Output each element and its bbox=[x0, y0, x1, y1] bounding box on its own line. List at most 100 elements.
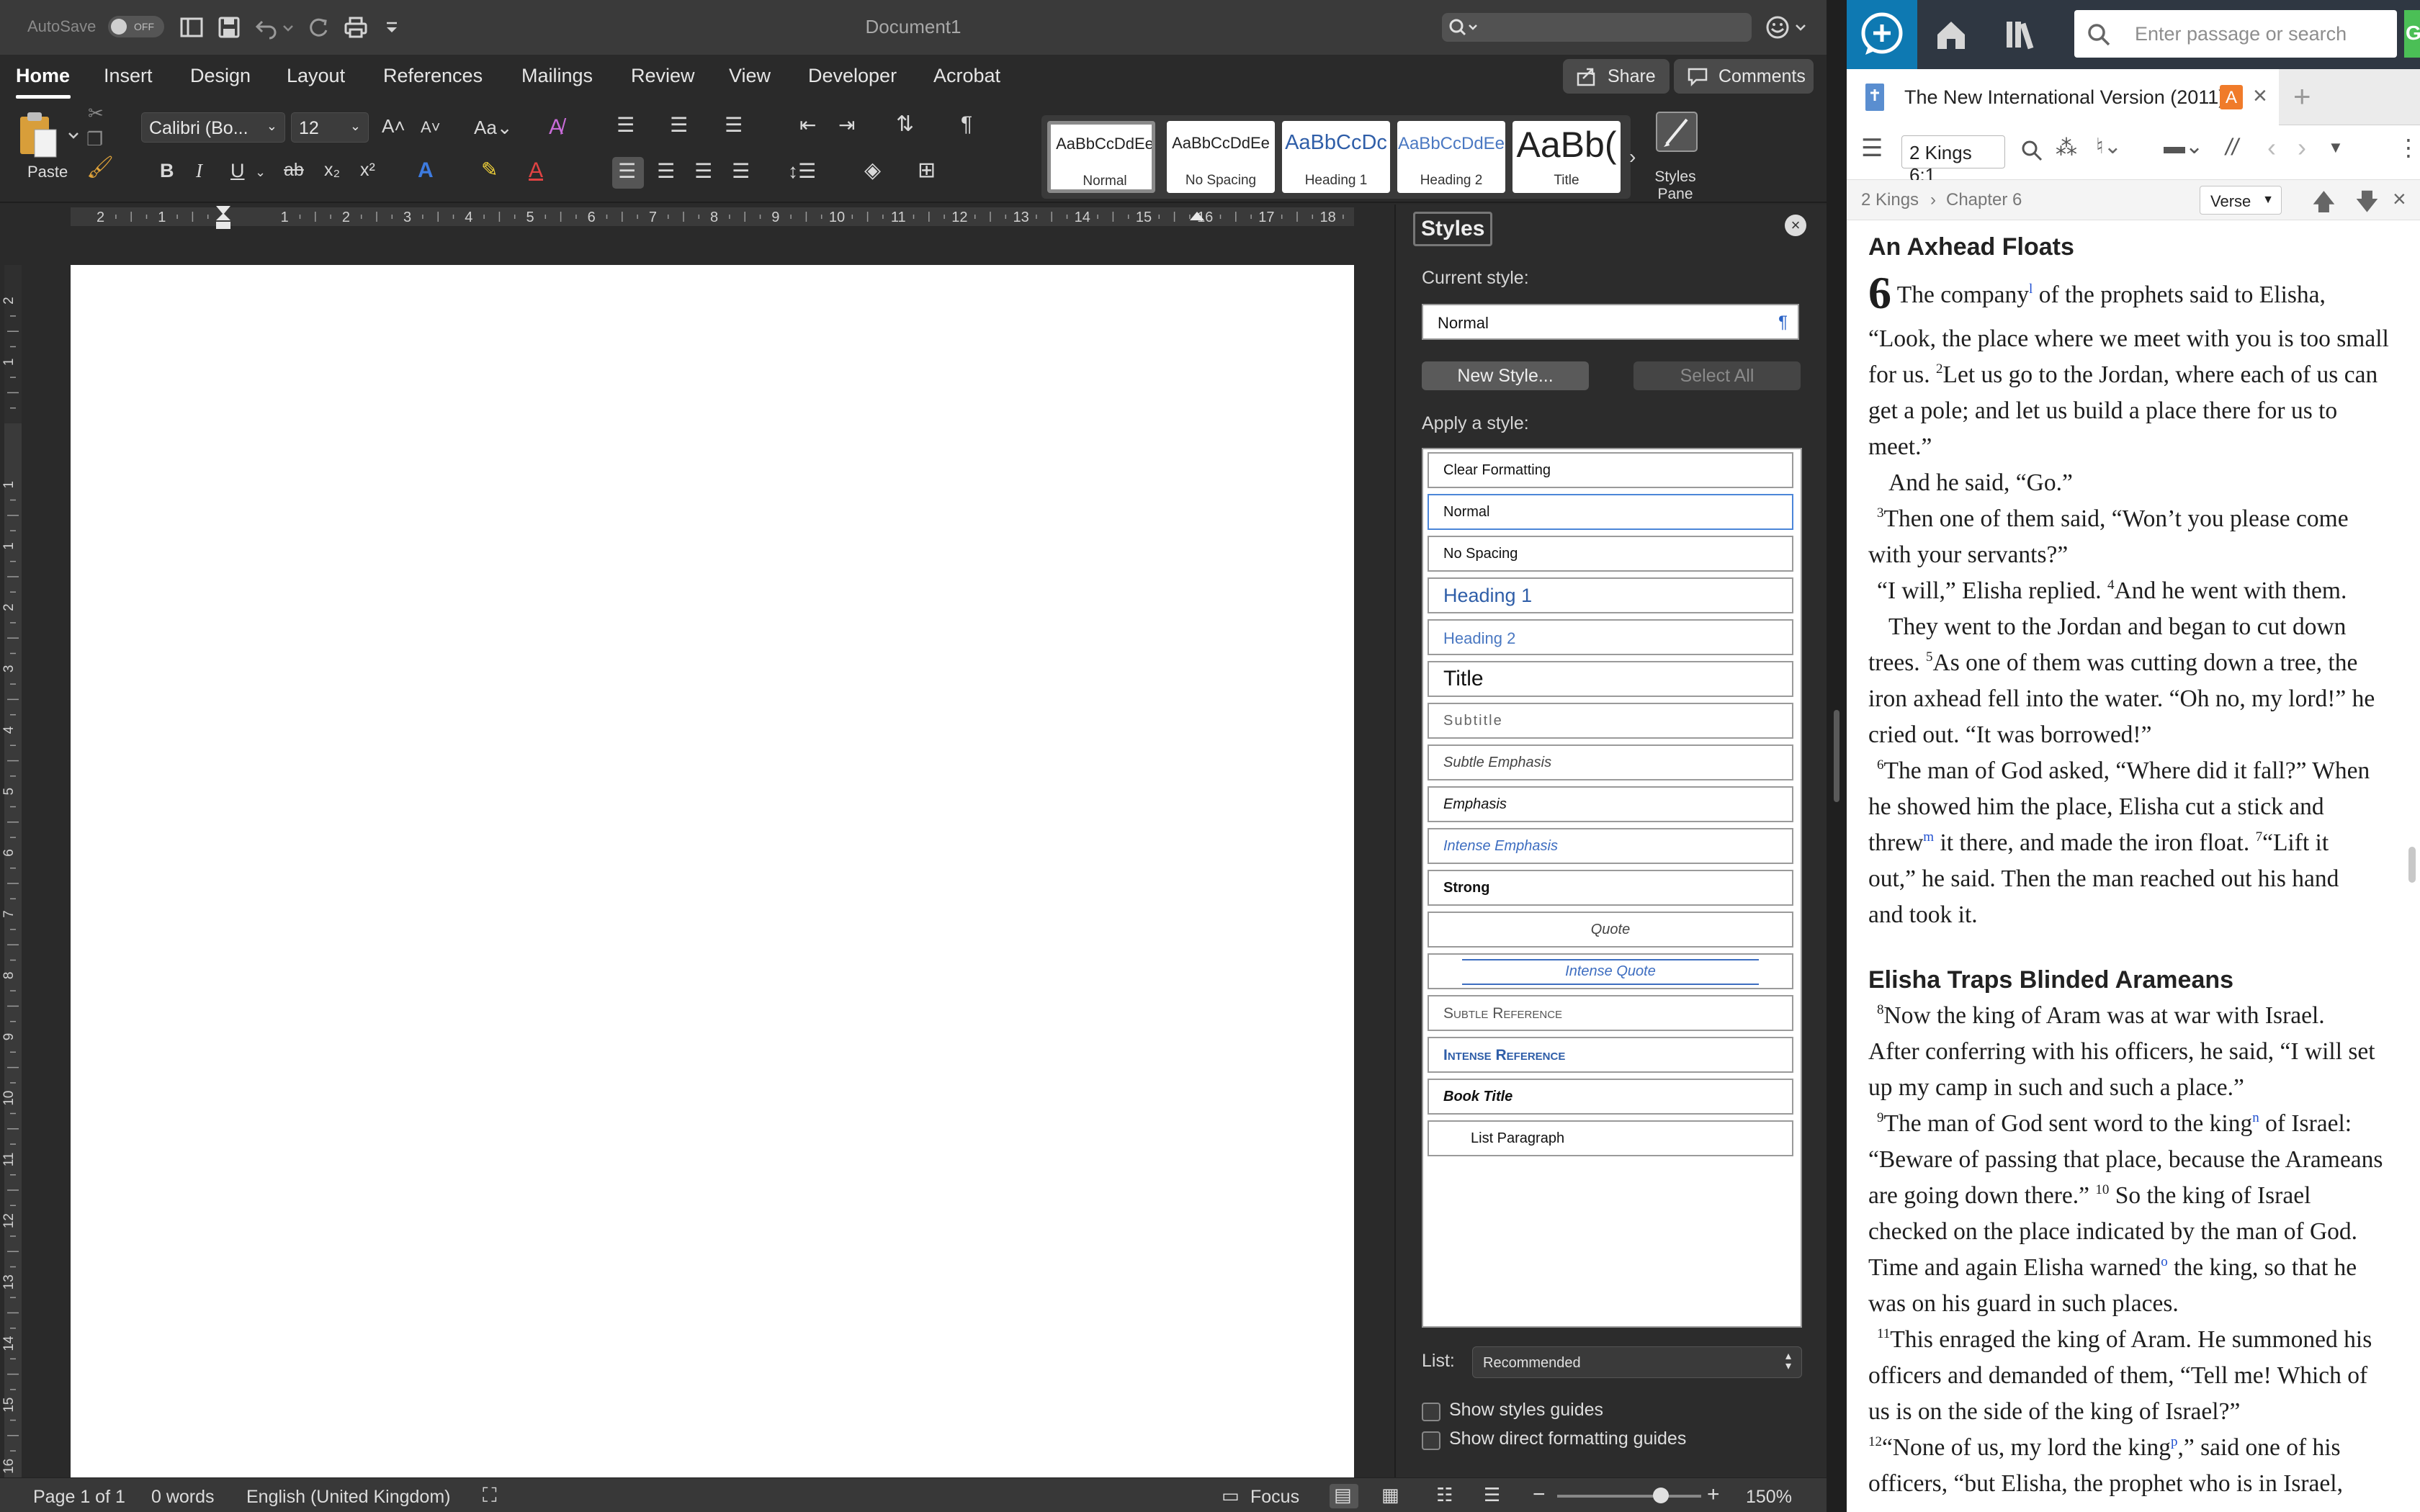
focus-mode-icon[interactable]: ▭ bbox=[1222, 1485, 1240, 1507]
breadcrumb-chapter[interactable]: Chapter 6 bbox=[1946, 190, 2022, 210]
focus-label[interactable]: Focus bbox=[1250, 1487, 1299, 1508]
verse-number[interactable]: 11 bbox=[1877, 1326, 1890, 1341]
scrollbar-thumb[interactable] bbox=[2408, 847, 2416, 883]
word-search-input[interactable] bbox=[1442, 13, 1752, 42]
page-count[interactable]: Page 1 of 1 bbox=[33, 1487, 125, 1508]
change-case-icon[interactable]: Aa⌄ bbox=[474, 118, 513, 137]
tab-design[interactable]: Design bbox=[190, 65, 251, 87]
style-card-heading-1[interactable]: AaBbCcDc Heading 1 bbox=[1282, 121, 1390, 193]
verse-number[interactable]: 4 bbox=[2107, 577, 2115, 593]
select-all-button[interactable]: Select All bbox=[1634, 361, 1801, 390]
tab-references[interactable]: References bbox=[383, 65, 483, 87]
footnote-marker[interactable]: o bbox=[2161, 1254, 2168, 1269]
style-item-heading-2[interactable]: Heading 2 bbox=[1428, 619, 1793, 655]
strikethrough-icon[interactable]: ab bbox=[284, 161, 304, 179]
paste-icon[interactable] bbox=[16, 109, 59, 160]
grow-font-icon[interactable]: A˄ bbox=[382, 117, 405, 135]
show-direct-formatting-checkbox[interactable] bbox=[1422, 1431, 1440, 1450]
highlight-icon[interactable]: ✎ bbox=[481, 160, 498, 180]
verse-number[interactable]: 6 bbox=[1877, 757, 1884, 773]
underline-icon[interactable]: U bbox=[230, 161, 245, 181]
align-right-icon[interactable]: ☰ bbox=[694, 161, 712, 181]
panel-menu-icon[interactable]: ☰ bbox=[1861, 134, 1883, 163]
close-icon[interactable]: × bbox=[1785, 215, 1806, 236]
style-item-intense-emphasis[interactable]: Intense Emphasis bbox=[1428, 828, 1793, 864]
verse-number[interactable]: 9 bbox=[1877, 1110, 1884, 1125]
zoom-in-icon[interactable]: + bbox=[1707, 1482, 1720, 1507]
close-tab-icon[interactable]: × bbox=[2253, 82, 2267, 110]
previous-verse-icon[interactable]: 🡅 bbox=[2312, 186, 2336, 225]
tab-review[interactable]: Review bbox=[631, 65, 695, 87]
footnote-marker[interactable]: p bbox=[2171, 1434, 2178, 1449]
comments-button[interactable]: Comments bbox=[1674, 59, 1814, 94]
tab-mailings[interactable]: Mailings bbox=[521, 65, 593, 87]
inline-search-icon[interactable]: ♮⌄ bbox=[2096, 134, 2122, 159]
accessibility-icon[interactable]: ⛶ bbox=[483, 1484, 497, 1508]
decrease-indent-icon[interactable]: ⇤ bbox=[799, 115, 816, 135]
current-style-field[interactable]: Normal ¶ bbox=[1422, 304, 1799, 340]
increase-indent-icon[interactable]: ⇥ bbox=[838, 115, 855, 135]
bold-icon[interactable]: B bbox=[160, 161, 174, 181]
style-item-subtle-emphasis[interactable]: Subtle Emphasis bbox=[1428, 744, 1793, 780]
verse-number[interactable]: 10 bbox=[2095, 1182, 2109, 1197]
verse-number[interactable]: 3 bbox=[1877, 505, 1884, 521]
line-spacing-icon[interactable]: ↕☰ bbox=[788, 161, 816, 181]
style-item-book-title[interactable]: Book Title bbox=[1428, 1079, 1793, 1115]
shading-icon[interactable]: ◈ bbox=[864, 160, 881, 181]
tab-home[interactable]: Home bbox=[16, 65, 70, 87]
footnote-marker[interactable]: l bbox=[2029, 282, 2033, 297]
align-center-icon[interactable]: ☰ bbox=[657, 161, 675, 181]
font-name-select[interactable]: Calibri (Bo... ⌄ bbox=[141, 112, 285, 143]
style-item-list-paragraph[interactable]: List Paragraph bbox=[1428, 1120, 1793, 1156]
text-effects-icon[interactable]: A bbox=[418, 160, 434, 181]
subscript-icon[interactable]: x₂ bbox=[324, 161, 340, 179]
search-icon[interactable] bbox=[2020, 138, 2044, 163]
home-icon[interactable] bbox=[1935, 19, 1968, 50]
footnote-marker[interactable]: n bbox=[2252, 1110, 2259, 1125]
style-item-title[interactable]: Title bbox=[1428, 661, 1793, 697]
visual-filters-icon[interactable]: ⁂ bbox=[2056, 135, 2077, 161]
font-color-icon[interactable]: A bbox=[529, 160, 543, 181]
verse-mode-select[interactable]: Verse ▼ bbox=[2200, 186, 2282, 215]
clear-formatting-icon[interactable]: A̸ bbox=[549, 117, 563, 138]
paste-dropdown-icon[interactable] bbox=[66, 128, 81, 143]
more-options-icon[interactable]: ⋮ bbox=[2397, 134, 2420, 161]
breadcrumb-book[interactable]: 2 Kings bbox=[1861, 190, 1919, 210]
resource-tab[interactable]: The New International Version (2011) A × bbox=[1847, 69, 2279, 125]
reference-box[interactable]: 2 Kings 6:1 bbox=[1901, 135, 2005, 186]
multilevel-list-icon[interactable]: ☰ bbox=[725, 115, 743, 135]
shrink-font-icon[interactable]: A˅ bbox=[421, 120, 441, 135]
style-item-no-spacing[interactable]: No Spacing bbox=[1428, 536, 1793, 572]
show-styles-guides-checkbox[interactable] bbox=[1422, 1403, 1440, 1421]
history-dropdown-icon[interactable]: ▼ bbox=[2328, 138, 2344, 157]
style-item-clear-formatting[interactable]: Clear Formatting bbox=[1428, 452, 1793, 488]
go-button[interactable]: G bbox=[2404, 10, 2420, 58]
verse-number[interactable]: 5 bbox=[1926, 649, 1933, 665]
style-item-strong[interactable]: Strong bbox=[1428, 870, 1793, 906]
style-card-title[interactable]: AaBb( Title bbox=[1512, 121, 1621, 193]
language-indicator[interactable]: English (United Kingdom) bbox=[246, 1487, 450, 1508]
format-painter-icon[interactable]: 🖌 bbox=[86, 157, 114, 179]
web-layout-icon[interactable]: ▦ bbox=[1381, 1484, 1399, 1506]
close-panel-icon[interactable]: × bbox=[2393, 186, 2406, 212]
library-icon[interactable] bbox=[2004, 19, 2040, 50]
style-item-intense-reference[interactable]: Intense Reference bbox=[1428, 1037, 1793, 1073]
bullets-icon[interactable]: ☰ bbox=[617, 115, 635, 135]
style-item-intense-quote[interactable]: Intense Quote bbox=[1428, 953, 1793, 989]
styles-pane-button[interactable]: Styles Pane bbox=[1645, 108, 1706, 202]
justify-icon[interactable]: ☰ bbox=[732, 161, 750, 181]
share-button[interactable]: Share bbox=[1563, 59, 1670, 94]
gallery-more-icon[interactable]: › bbox=[1629, 147, 1636, 167]
word-count[interactable]: 0 words bbox=[151, 1487, 215, 1508]
show-formatting-marks-icon[interactable]: ¶ bbox=[961, 114, 972, 135]
style-item-subtitle[interactable]: Subtitle bbox=[1428, 703, 1793, 739]
superscript-icon[interactable]: x² bbox=[360, 161, 375, 179]
parallel-resources-icon[interactable]: // bbox=[2226, 134, 2238, 161]
tab-developer[interactable]: Developer bbox=[808, 65, 897, 87]
footnote-marker[interactable]: m bbox=[1923, 829, 1934, 845]
forward-icon[interactable]: › bbox=[2298, 132, 2306, 163]
verse-number[interactable]: 12 bbox=[1868, 1434, 1882, 1449]
underline-dropdown-icon[interactable]: ⌄ bbox=[255, 166, 266, 179]
cut-icon[interactable]: ✂ bbox=[88, 104, 104, 122]
list-filter-select[interactable]: Recommended ▴ ▾ bbox=[1472, 1346, 1802, 1378]
